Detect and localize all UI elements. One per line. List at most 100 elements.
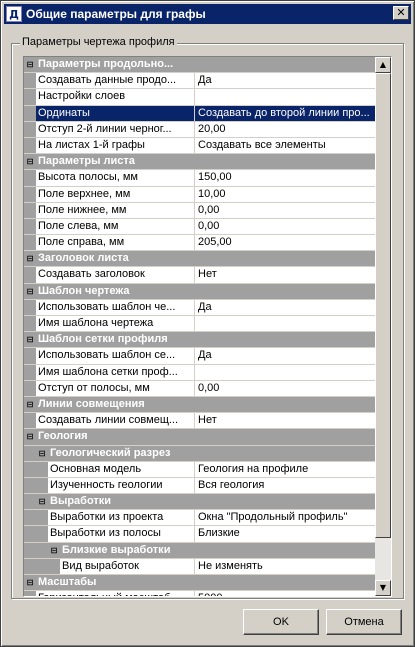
ok-button[interactable]: OK — [243, 609, 319, 635]
property-value[interactable]: Близкие — [195, 526, 377, 541]
row-gutter — [24, 218, 36, 235]
property-row[interactable]: Поле слева, мм 0,00 — [24, 218, 377, 236]
property-row[interactable]: Использовать шаблон се... Да — [24, 348, 377, 365]
category-row[interactable]: ⊟ Геология — [24, 429, 377, 446]
row-gutter — [24, 267, 36, 283]
collapse-icon[interactable]: ⊟ — [26, 158, 34, 166]
close-icon[interactable]: ✕ — [393, 6, 409, 20]
property-row[interactable]: Поле верхнее, мм 10,00 — [24, 186, 377, 203]
cancel-button[interactable]: Отмена — [326, 609, 402, 635]
property-name: Вид выработок — [60, 558, 195, 574]
row-gutter: ⊟ — [24, 332, 36, 348]
row-gutter — [24, 364, 36, 380]
collapse-icon[interactable]: ⊟ — [50, 546, 58, 555]
collapse-icon[interactable]: ⊟ — [26, 255, 34, 263]
property-row[interactable]: Ординаты Создавать до второй линии про... — [24, 105, 377, 122]
collapse-icon[interactable]: ⊟ — [38, 498, 46, 506]
window-title: Общие параметры для графы — [26, 7, 206, 21]
collapse-icon[interactable]: ⊟ — [26, 433, 34, 441]
collapse-icon[interactable]: ⊟ — [26, 400, 34, 409]
property-value[interactable]: 5000 — [195, 591, 377, 596]
property-row[interactable]: Отступ 2-й линии черног... 20,00 — [24, 121, 377, 138]
property-value[interactable]: Окна "Продольный профиль" — [195, 510, 377, 525]
row-gutter — [24, 413, 36, 429]
property-row[interactable]: Выработки из проекта Окна "Продольный про… — [24, 510, 377, 527]
property-row[interactable]: Настройки слоев — [24, 89, 377, 106]
category-row[interactable]: ⊟ Шаблон чертежа — [24, 283, 377, 300]
property-row[interactable]: Поле нижнее, мм 0,00 — [24, 202, 377, 219]
scroll-thumb[interactable] — [375, 73, 391, 538]
row-gutter — [24, 89, 36, 105]
property-value[interactable]: 10,00 — [195, 187, 377, 202]
collapse-icon[interactable]: ⊟ — [26, 579, 34, 587]
category-row[interactable]: ⊟ Шаблон сетки профиля — [24, 332, 377, 349]
row-gutter — [24, 202, 36, 218]
row-gutter — [24, 526, 48, 542]
category-row[interactable]: ⊟ Параметры листа — [24, 154, 377, 171]
row-gutter: ⊟ — [24, 396, 36, 413]
category-row[interactable]: ⊟ Геологический разрез — [24, 445, 377, 462]
row-gutter — [24, 105, 36, 121]
property-row[interactable]: Основная модель Геология на профиле — [24, 461, 377, 478]
property-value[interactable]: Создавать до второй линии про... — [195, 105, 377, 121]
property-value[interactable]: Не изменять — [195, 559, 377, 574]
property-row[interactable]: Высота полосы, мм 150,00 — [24, 170, 377, 187]
property-value[interactable] — [195, 89, 377, 104]
property-value[interactable] — [195, 316, 377, 331]
property-value[interactable] — [195, 365, 377, 380]
property-row[interactable]: Создавать заголовок Нет — [24, 267, 377, 284]
collapse-icon[interactable]: ⊟ — [26, 61, 34, 69]
property-value[interactable]: Да — [195, 300, 377, 315]
property-value[interactable]: Да — [195, 73, 377, 88]
row-gutter — [24, 380, 36, 396]
property-row[interactable]: Создавать линии совмещ... Нет — [24, 413, 377, 430]
category-row[interactable]: ⊟ Заголовок листа — [24, 251, 377, 268]
category-label: Выработки — [50, 495, 112, 508]
property-value[interactable]: 0,00 — [195, 219, 377, 234]
category-row[interactable]: ⊟ Линии совмещения — [24, 396, 377, 414]
property-value[interactable]: 0,00 — [195, 203, 377, 218]
property-value[interactable]: Создавать все элементы — [195, 138, 377, 153]
category-label: Геологический разрез — [50, 446, 171, 459]
property-row[interactable]: Поле справа, мм 205,00 — [24, 235, 377, 252]
category-row[interactable]: ⊟ Параметры продольно... — [24, 57, 377, 74]
property-name: Использовать шаблон че... — [36, 299, 195, 315]
property-value[interactable]: 20,00 — [195, 122, 377, 137]
property-row[interactable]: Имя шаблона сетки проф... — [24, 364, 377, 381]
vertical-scrollbar[interactable]: ▲ ▼ — [375, 57, 391, 596]
property-value[interactable]: Нет — [195, 413, 377, 428]
category-row[interactable]: ⊟ Выработки — [24, 494, 377, 511]
row-gutter — [24, 121, 36, 137]
property-name: Создавать линии совмещ... — [36, 413, 195, 429]
collapse-icon[interactable]: ⊟ — [26, 287, 34, 296]
property-grid[interactable]: ⊟ Параметры продольно... Создавать данные … — [23, 56, 392, 597]
scroll-down-icon[interactable]: ▼ — [375, 580, 391, 596]
collapse-icon[interactable]: ⊟ — [38, 449, 46, 458]
title-bar[interactable]: Д Общие параметры для графы ✕ — [4, 4, 411, 24]
property-row[interactable]: На листах 1-й графы Создавать все элемент… — [24, 137, 377, 155]
property-value[interactable]: Да — [195, 348, 377, 363]
property-row[interactable]: Имя шаблона чертежа — [24, 316, 377, 333]
scroll-up-icon[interactable]: ▲ — [375, 57, 391, 73]
property-row[interactable]: Горизонтальный масштаб5000 — [24, 591, 377, 596]
property-row[interactable]: Изученность геологии Вся геология — [24, 477, 377, 495]
row-gutter — [24, 186, 36, 202]
category-label: Шаблон сетки профиля — [38, 333, 168, 346]
property-value[interactable]: 205,00 — [195, 235, 377, 250]
property-row[interactable]: Отступ от полосы, мм 0,00 — [24, 380, 377, 397]
property-row[interactable]: Создавать данные продо... Да — [24, 73, 377, 90]
property-value[interactable]: Вся геология — [195, 478, 377, 493]
category-row[interactable]: ⊟ Масштабы — [24, 575, 377, 592]
collapse-icon[interactable]: ⊟ — [26, 336, 34, 344]
property-value[interactable]: 150,00 — [195, 170, 377, 185]
property-row[interactable]: Выработки из полосы Близкие — [24, 526, 377, 543]
category-row[interactable]: ⊟ Близкие выработки — [24, 542, 377, 559]
property-row[interactable]: Использовать шаблон че... Да — [24, 299, 377, 316]
property-value[interactable]: Нет — [195, 267, 377, 282]
category-label: Близкие выработки — [62, 543, 171, 556]
property-row[interactable]: Вид выработок Не изменять — [24, 558, 377, 575]
property-value[interactable]: 0,00 — [195, 381, 377, 396]
row-gutter: ⊟ — [24, 251, 36, 267]
property-name: Имя шаблона сетки проф... — [36, 364, 195, 380]
property-value[interactable]: Геология на профиле — [195, 462, 377, 477]
